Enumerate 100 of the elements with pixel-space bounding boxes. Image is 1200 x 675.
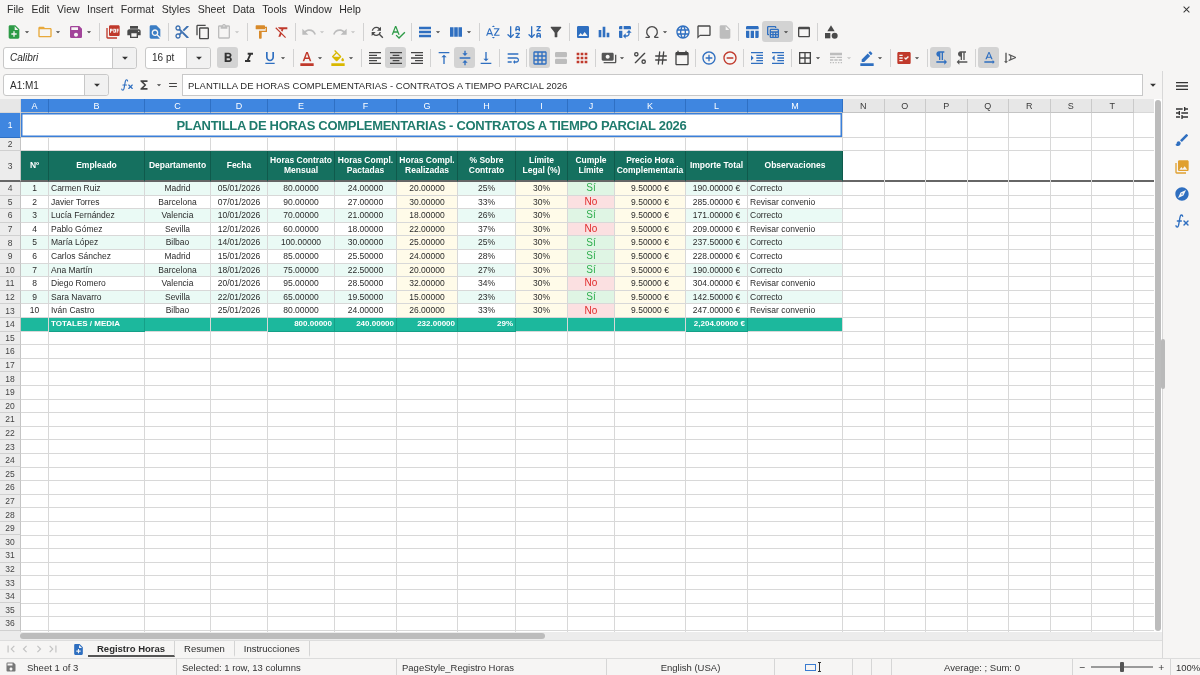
menu-item[interactable]: Insert [84,2,117,17]
sigma-icon[interactable] [137,78,151,92]
table-header-cell: Importe Total [686,151,748,182]
row-header[interactable]: 11 [0,277,21,291]
row-header[interactable]: 36 [0,617,21,631]
paint-bucket-icon [329,49,346,66]
sidebar-resize-handle[interactable] [1161,339,1165,389]
menu-item[interactable]: Styles [158,2,194,17]
column-header[interactable]: T [1092,99,1134,113]
row-header[interactable]: 26 [0,481,21,495]
menu-item[interactable]: Help [336,2,364,17]
formula-input[interactable]: PLANTILLA DE HORAS COMPLEMENTARIAS - CONTRATOS A TIEMPO PARCIAL 2026 [182,74,1143,96]
function-wizard-icon[interactable] [120,78,134,92]
rectangle-cursor-icon[interactable] [804,662,823,672]
column-header[interactable]: R [1009,99,1051,113]
column-header[interactable]: O [884,99,926,113]
table-cell: 30% [516,304,568,318]
document-plus-icon[interactable] [72,642,85,656]
row-header[interactable]: 31 [0,549,21,563]
column-header[interactable]: M [748,99,843,113]
column-header[interactable]: H [458,99,516,113]
table-cell: 9.50000 € [615,236,686,250]
column-header[interactable]: B [49,99,145,113]
column-header[interactable]: P [926,99,968,113]
vertical-scrollbar[interactable] [1155,100,1161,631]
language: English (USA) [660,661,721,673]
brush-icon[interactable] [1173,132,1190,148]
row-header[interactable]: 13 [0,304,21,318]
row-header[interactable]: 21 [0,413,21,427]
menu-item[interactable]: Data [229,2,258,17]
slider-thumb[interactable] [1119,662,1124,672]
font-name-field[interactable]: Calibri [3,46,137,69]
sheet-tab[interactable]: Registro Horas [88,641,176,657]
compass-icon[interactable] [1173,186,1190,202]
row-header[interactable]: 35 [0,603,21,617]
menu-item[interactable]: Tools [259,2,290,17]
align-center-icon [387,49,404,66]
row-header[interactable]: 28 [0,508,21,522]
row-header[interactable]: 2 [0,138,21,151]
column-header[interactable]: J [568,99,615,113]
table-cell: No [568,277,615,291]
font-size-field[interactable]: 16 pt [145,46,211,69]
close-icon[interactable] [1181,4,1192,15]
column-header[interactable]: Q [967,99,1009,113]
row-header[interactable]: 8 [0,236,21,250]
menu-item[interactable]: Format [117,2,158,17]
column-header[interactable]: I [516,99,568,113]
table-header-cell: % Sobre Contrato [458,151,516,182]
table-cell: Valencia [145,209,211,223]
column-header[interactable]: G [397,99,458,113]
row-header[interactable]: 1 [0,113,21,138]
page-style: PageStyle_Registro Horas [402,661,514,673]
table-cell: 5 [21,236,49,250]
sort-descending-icon [526,23,543,40]
sliders-icon[interactable] [1173,105,1190,121]
table-cell: Bilbao [145,236,211,250]
column-header[interactable]: L [686,99,748,113]
row-header[interactable]: 30 [0,535,21,550]
column-header[interactable]: N [843,99,885,113]
table-header-cell: Nº [21,151,49,182]
row-header[interactable]: 6 [0,209,21,223]
row-header[interactable]: 18 [0,372,21,386]
column-header[interactable]: D [211,99,268,113]
name-box[interactable]: A1:M1 [3,74,109,96]
merge-center-button[interactable] [529,47,550,68]
table-icon [743,23,760,40]
column-header[interactable]: E [268,99,335,113]
column-header[interactable]: S [1050,99,1092,113]
horizontal-scrollbar[interactable] [0,632,1162,640]
sheet-tab[interactable]: Instrucciones [234,641,310,657]
zoom-level[interactable]: 100% [1176,661,1200,673]
menu-item[interactable]: Edit [28,2,53,17]
image-icon [574,23,591,40]
table-cell: Correcto [748,209,843,223]
table-cell: Sí [568,236,615,250]
column-header[interactable]: A [21,99,49,113]
row-header[interactable]: 4 [0,182,21,196]
column-header[interactable]: K [615,99,686,113]
row-header[interactable]: 16 [0,345,21,359]
row-header[interactable]: 33 [0,576,21,590]
menu-item[interactable]: View [54,2,83,17]
column-header[interactable]: C [145,99,211,113]
row-header[interactable]: 25 [0,467,21,482]
function-icon[interactable] [1173,213,1190,229]
column-header[interactable]: F [335,99,397,113]
table-cell: 32.00000 [397,277,458,291]
scrollbar-thumb[interactable] [20,633,545,639]
bold-button[interactable] [217,47,238,68]
sheet-tab[interactable]: Resumen [175,641,235,657]
scissors-icon [173,23,190,40]
menu-item[interactable]: Window [291,2,335,17]
row-header[interactable]: 23 [0,440,21,454]
left-to-right-button[interactable] [930,47,951,68]
calendar-icon [673,49,690,66]
text-direction-button[interactable] [978,47,999,68]
menu-item[interactable]: File [4,2,27,17]
menu-item[interactable]: Sheet [194,2,229,17]
freeze-panes-button[interactable] [762,21,793,42]
center-vertically-button[interactable] [454,47,475,68]
align-center-button[interactable] [385,47,406,68]
